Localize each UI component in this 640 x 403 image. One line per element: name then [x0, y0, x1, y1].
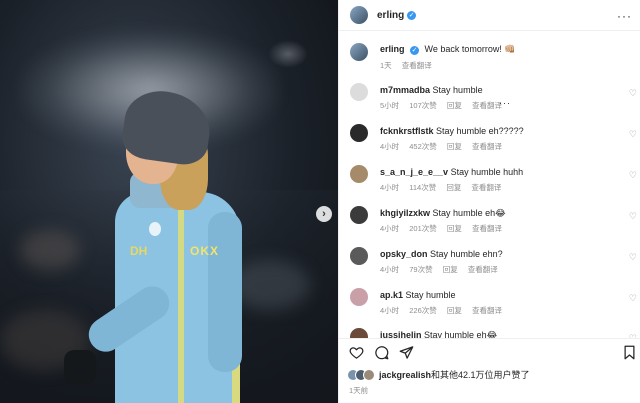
post-media[interactable]: OKX DH › — [0, 0, 338, 403]
comment-text: Stay humble eh😂 — [432, 208, 506, 218]
heart-icon[interactable]: ♡ — [629, 88, 637, 99]
bookmark-icon[interactable] — [623, 345, 636, 363]
avatar — [363, 368, 375, 381]
stadium-light — [268, 40, 308, 68]
comment-time: 4小时 — [380, 224, 400, 233]
next-media-button[interactable]: › — [316, 206, 332, 222]
reply-button[interactable]: 回复 — [447, 306, 462, 315]
club-badge — [149, 222, 161, 236]
avatar[interactable] — [350, 6, 368, 24]
comment-options-icon[interactable]: ··· — [499, 98, 511, 108]
share-icon[interactable] — [399, 345, 414, 363]
post-side-panel: erling ✓ ··· erling ✓ We back tomorrow! … — [338, 0, 640, 403]
liked-by-rest[interactable]: 和其他42.1万位用户赞了 — [431, 370, 530, 380]
post-header: erling ✓ — [339, 0, 640, 31]
avatar[interactable] — [350, 165, 368, 183]
verified-icon: ✓ — [410, 45, 420, 55]
comment-username[interactable]: opsky_don — [380, 249, 428, 259]
comment-likes[interactable]: 201次赞 — [409, 224, 437, 233]
sponsor-logo-left: DH — [130, 244, 148, 258]
verified-icon: ✓ — [407, 10, 417, 20]
reply-button[interactable]: 回复 — [443, 265, 458, 274]
avatar[interactable] — [350, 83, 368, 101]
reply-button[interactable]: 回复 — [447, 224, 462, 233]
comment-icon[interactable] — [374, 345, 389, 363]
comment-text: Stay humble ehn? — [430, 249, 503, 259]
comment-username[interactable]: s_a_n_j_e_e__v — [380, 167, 448, 177]
caption-username[interactable]: erling — [380, 44, 405, 54]
avatar[interactable] — [350, 43, 368, 61]
caption-time: 1天 — [380, 61, 392, 70]
comment-time: 5小时 — [380, 101, 400, 110]
post-actions-bar — [339, 338, 640, 368]
comments-list[interactable]: erling ✓ We back tomorrow! 👊🏼 1天 查看翻译 m7… — [339, 32, 640, 338]
comment-text: Stay humble eh????? — [436, 126, 524, 136]
heart-icon[interactable]: ♡ — [629, 252, 637, 263]
comment-username[interactable]: ap.k1 — [380, 290, 403, 300]
translate-link[interactable]: 查看翻译 — [472, 142, 502, 151]
post-date: 1天前 — [349, 386, 369, 395]
comment-text: Stay humble huhh — [450, 167, 524, 177]
caption-text: We back tomorrow! 👊🏼 — [424, 44, 516, 54]
more-options-icon[interactable]: ··· — [617, 9, 632, 23]
translate-link[interactable]: 查看翻译 — [472, 306, 502, 315]
heart-icon[interactable]: ♡ — [629, 293, 637, 304]
chevron-right-icon: › — [322, 207, 326, 220]
comment-text: Stay humble — [405, 290, 456, 300]
avatar[interactable] — [350, 328, 368, 338]
avatar[interactable] — [350, 206, 368, 224]
reply-button[interactable]: 回复 — [447, 101, 462, 110]
like-heart-icon[interactable] — [349, 345, 364, 363]
comment-username[interactable]: khgiyilzxkw — [380, 208, 430, 218]
avatar[interactable] — [350, 247, 368, 265]
player-photo: OKX DH — [60, 86, 260, 403]
heart-icon[interactable]: ♡ — [629, 170, 637, 181]
comment-likes[interactable]: 114次赞 — [409, 183, 436, 192]
translate-link[interactable]: 查看翻译 — [472, 101, 502, 110]
translate-link[interactable]: 查看翻译 — [472, 224, 502, 233]
heart-icon[interactable]: ♡ — [629, 129, 637, 140]
comment-text: Stay humble eh😂 — [424, 330, 498, 338]
comment-username[interactable]: fcknkrstflstk — [380, 126, 434, 136]
comment-likes[interactable]: 79次赞 — [409, 265, 432, 274]
liked-by-user[interactable]: jackgrealish — [379, 370, 431, 380]
reply-button[interactable]: 回复 — [447, 142, 462, 151]
comment-time: 4小时 — [380, 183, 400, 192]
comment-likes[interactable]: 452次赞 — [409, 142, 437, 151]
avatar[interactable] — [350, 124, 368, 142]
comment-likes[interactable]: 107次赞 — [409, 101, 437, 110]
sponsor-logo: OKX — [190, 244, 220, 258]
avatar[interactable] — [350, 288, 368, 306]
comment-time: 4小时 — [380, 265, 400, 274]
translate-link[interactable]: 查看翻译 — [471, 183, 501, 192]
comment-time: 4小时 — [380, 306, 400, 315]
comment-username[interactable]: jussihelin — [380, 330, 422, 338]
likes-summary: jackgrealish和其他42.1万位用户赞了 — [347, 368, 530, 381]
translate-link[interactable]: 查看翻译 — [468, 265, 498, 274]
comment-time: 4小时 — [380, 142, 400, 151]
comment-text: Stay humble — [432, 85, 483, 95]
reply-button[interactable]: 回复 — [446, 183, 461, 192]
translate-link[interactable]: 查看翻译 — [402, 61, 432, 70]
comment-username[interactable]: m7mmadba — [380, 85, 430, 95]
comment-likes[interactable]: 226次赞 — [409, 306, 437, 315]
heart-icon[interactable]: ♡ — [629, 211, 637, 222]
post-username[interactable]: erling — [377, 10, 404, 21]
